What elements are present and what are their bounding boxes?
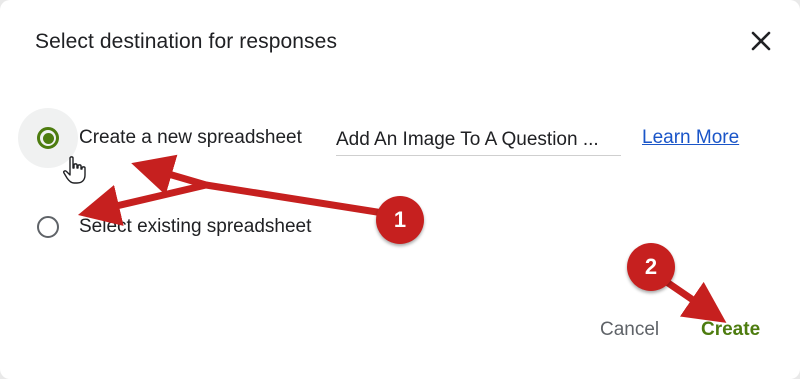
- spreadsheet-name-input[interactable]: [336, 124, 621, 156]
- option-existing-spreadsheet-label: Select existing spreadsheet: [79, 216, 312, 237]
- close-icon: [751, 31, 771, 51]
- radio-existing-spreadsheet[interactable]: [37, 216, 59, 238]
- annotation-badge-2: 2: [627, 243, 675, 291]
- radio-halo: [18, 197, 78, 257]
- radio-new-spreadsheet[interactable]: [37, 127, 59, 149]
- radio-selected-dot: [42, 132, 54, 144]
- option-existing-spreadsheet[interactable]: Select existing spreadsheet: [18, 205, 311, 249]
- option-new-spreadsheet-label: Create a new spreadsheet: [79, 127, 302, 148]
- option-new-spreadsheet[interactable]: Create a new spreadsheet: [18, 108, 302, 168]
- cancel-button[interactable]: Cancel: [600, 319, 659, 341]
- dialog-title: Select destination for responses: [35, 30, 338, 53]
- create-button[interactable]: Create: [701, 319, 760, 341]
- learn-more-link[interactable]: Learn More: [642, 127, 739, 149]
- select-destination-dialog: Select destination for responses Create …: [0, 0, 800, 379]
- hand-cursor-icon: [63, 156, 86, 184]
- annotation-badge-1: 1: [376, 196, 424, 244]
- annotation-arrows: [77, 154, 727, 323]
- close-button[interactable]: [744, 24, 778, 58]
